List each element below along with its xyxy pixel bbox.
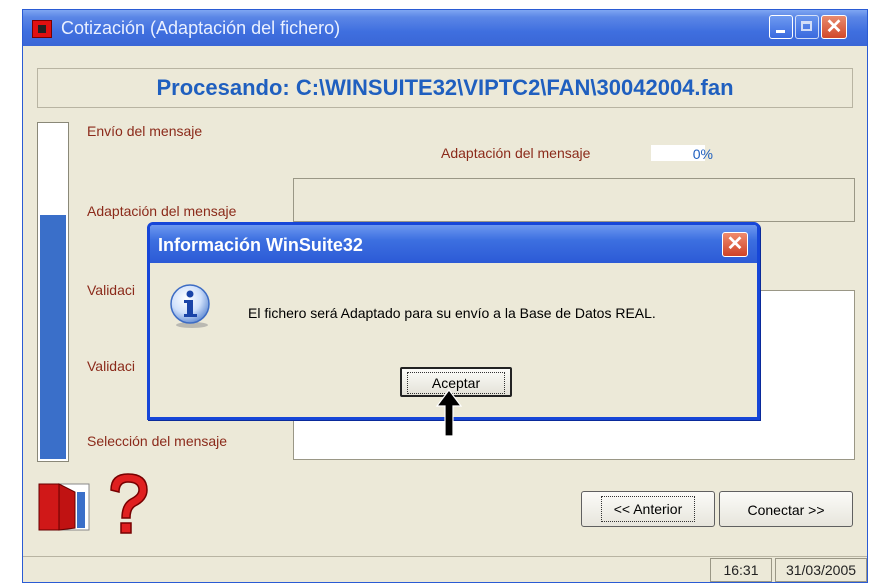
- dialog-message: El fichero será Adaptado para su envío a…: [248, 305, 656, 321]
- dialog-title: Información WinSuite32: [158, 235, 363, 255]
- previous-button[interactable]: << Anterior: [581, 491, 715, 527]
- status-date: 31/03/2005: [775, 558, 867, 582]
- info-icon: [170, 284, 210, 328]
- dialog-title-bar[interactable]: Información WinSuite32 ✕: [150, 225, 757, 263]
- adaptation-label: Adaptación del mensaje: [441, 145, 591, 161]
- app-logo-icon: [32, 20, 52, 38]
- title-bar[interactable]: Cotización (Adaptación del fichero) ✕: [23, 10, 867, 46]
- dialog-close-button[interactable]: ✕: [722, 232, 748, 257]
- step-label-validacion-1: Validaci: [87, 282, 135, 298]
- step-label-validacion-2: Validaci: [87, 358, 135, 374]
- vertical-progress-bar: [37, 122, 69, 462]
- question-mark-icon[interactable]: [97, 468, 159, 538]
- adaptation-progress-frame: [293, 178, 855, 222]
- adaptation-percent: 0%: [692, 146, 713, 162]
- window-title: Cotización (Adaptación del fichero): [61, 18, 341, 38]
- processing-path-label: Procesando: C:\WINSUITE32\VIPTC2\FAN\300…: [156, 75, 734, 100]
- connect-button[interactable]: Conectar >>: [719, 491, 853, 527]
- door-exit-icon[interactable]: [37, 478, 93, 534]
- minimize-button[interactable]: [769, 15, 793, 39]
- previous-button-label: << Anterior: [600, 496, 696, 522]
- step-label-envio: Envío del mensaje: [87, 123, 203, 139]
- processing-header: Procesando: C:\WINSUITE32\VIPTC2\FAN\300…: [37, 68, 853, 108]
- step-label-seleccion: Selección del mensaje: [87, 433, 228, 449]
- hand-cursor-icon: [435, 389, 463, 437]
- maximize-button[interactable]: [795, 15, 819, 39]
- progress-fill: [40, 215, 66, 459]
- status-time: 16:31: [710, 558, 772, 582]
- close-button[interactable]: ✕: [821, 15, 847, 39]
- step-label-adaptacion: Adaptación del mensaje: [87, 203, 237, 219]
